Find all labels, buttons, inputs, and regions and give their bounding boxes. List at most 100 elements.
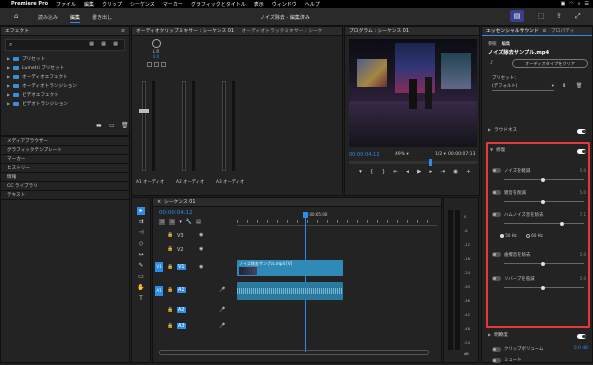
filter-icon-1[interactable]: ▦ [89,41,94,47]
rumble-slider[interactable] [504,199,584,204]
search-icon[interactable]: ⌕ [578,1,581,7]
status-icon[interactable]: ▣ [561,1,566,7]
add-button-icon[interactable]: + [466,169,471,179]
subtab-edit[interactable]: 編集 [502,41,511,47]
settings-icon[interactable]: 🔧 [186,219,192,225]
selection-tool-icon[interactable]: ▸ [137,207,145,215]
track-select-icon[interactable]: ⇉ [137,218,145,226]
workspace-icon[interactable]: ▤ [510,10,524,22]
linked-icon[interactable]: ∞ [169,219,176,225]
mic-icon[interactable]: 🎤 [219,287,225,293]
time-ruler[interactable]: 00:00:05:00 [237,212,437,226]
timeline-scrollbar[interactable] [159,350,429,355]
eye-icon[interactable]: ◉ [199,232,203,238]
effects-search-input[interactable]: ⌕ ▦ ▦ ▦ [5,39,125,51]
menu-file[interactable]: ファイル [56,1,76,8]
rumble-toggle[interactable] [492,190,501,195]
app-name[interactable]: Premiere Pro [11,1,48,7]
tab-properties[interactable]: プロパティ [551,29,575,34]
mic-icon[interactable]: 🎤 [219,307,225,313]
source-patch-a1[interactable]: A1 [155,286,163,296]
clarity-toggle[interactable] [577,334,586,339]
clip-volume-value[interactable]: 0.0 dB [574,346,588,351]
play-icon[interactable]: ▶ [417,169,421,179]
track-label[interactable]: A1 [177,287,186,293]
panel-graphic-templates[interactable]: グラフィックテンプレート [1,146,129,155]
mute-toggle[interactable] [492,358,501,363]
noise-toggle[interactable] [492,168,501,173]
effect-item-audio-effects[interactable]: ▶ オーディオエフェクト [1,72,129,81]
solo-button[interactable] [153,62,159,67]
audio-clip[interactable] [237,282,343,300]
subtab-browse[interactable]: 参照 [488,41,497,47]
panel-history[interactable]: ヒストリー [1,164,129,173]
eye-icon[interactable]: ◉ [199,246,203,252]
share-icon[interactable]: ⇪ [556,12,562,20]
hand-icon[interactable]: ✋ [137,284,145,292]
panel-cc-libraries[interactable]: CC ライブラリ [1,182,129,191]
track-label[interactable]: A3 [177,323,186,329]
effect-item-presets[interactable]: ▶ プリセット [1,54,129,63]
marker-icon[interactable]: ▾ [359,169,362,179]
menu-graphics[interactable]: グラフィックとタイトル [191,1,246,8]
quality-select[interactable]: 1/2 ▾ [435,152,446,157]
track-label[interactable]: V3 [177,233,184,239]
step-back-icon[interactable]: ◂ [406,169,409,179]
step-forward-icon[interactable]: ▸ [429,169,432,179]
track-label[interactable]: A2 [177,307,186,313]
ripple-edit-icon[interactable]: ⊣ [137,229,145,237]
menu-sequence[interactable]: シーケンス [130,1,155,8]
track-label[interactable]: V1 [177,264,186,270]
mute-button[interactable] [146,62,152,67]
effect-item-lumetri[interactable]: ▶ Lumetri プリセット [1,63,129,72]
menu-marker[interactable]: マーカー [163,1,183,8]
menu-edit[interactable]: 編集 [84,1,94,8]
mic-icon[interactable]: 🎤 [219,323,225,329]
rectangle-icon[interactable]: ▭ [137,273,145,281]
menu-icon[interactable]: ≡ [542,29,546,34]
filter-icon-3[interactable]: ▦ [113,41,118,47]
hum-toggle[interactable] [492,212,501,217]
captions-icon[interactable]: ▤ [196,219,201,225]
home-icon[interactable]: ⌂ [14,12,18,20]
export-frame-icon[interactable]: ◉ [453,169,458,179]
fullscreen-icon[interactable]: ⬚ [538,12,545,20]
wifi-icon[interactable]: ◠ [569,1,573,7]
hz50-radio[interactable]: 50 Hz [500,233,517,238]
video-clip[interactable]: ノイズ除去サンプル.mp4 [V] [237,260,343,276]
noise-slider[interactable] [504,177,584,182]
pen-icon[interactable]: ✎ [137,262,145,270]
preset-select[interactable]: (デフォルト) ▾ [492,82,554,91]
clip-volume-toggle[interactable] [492,347,501,352]
volume-fader[interactable] [182,81,186,171]
clear-audio-type-button[interactable]: オーディオタイプをクリア [512,59,588,68]
tab-export[interactable]: 書き出し [92,14,112,21]
reverb-toggle[interactable] [492,276,501,281]
sequence-tab[interactable]: シーケンス 01 [164,200,195,205]
timeline-timecode[interactable]: 00:00:04:12 [159,210,193,216]
panel-media-browser[interactable]: メディアブラウザー [1,137,129,146]
new-folder-icon[interactable]: ▬ [96,122,102,129]
add-marker-icon[interactable]: ▾ [179,219,182,225]
delete-preset-icon[interactable]: 🗑 [576,83,582,89]
effect-item-audio-transitions[interactable]: ▶ オーディオトランジション [1,81,129,90]
section-clarity[interactable]: ▶ 明瞭度 [488,332,588,342]
out-point-icon[interactable]: } [382,169,386,179]
type-tool-icon[interactable]: T [137,295,145,303]
expand-icon[interactable]: ⤢ [575,12,581,21]
tab-essential-sound[interactable]: エッセンシャルサウンド [486,29,539,34]
go-to-out-icon[interactable]: ⇥ [440,169,445,179]
deess-slider[interactable] [504,261,584,266]
playhead[interactable] [429,159,432,166]
tab-audio-clip-mixer[interactable]: オーディオクリップミキサー : シーケンス 01 [136,29,234,34]
close-icon[interactable]: × [157,200,161,205]
panel-info[interactable]: 情報 [1,173,129,182]
hum-slider[interactable] [504,221,584,226]
loudness-toggle[interactable] [577,129,586,134]
zoom-select[interactable]: 49% ▾ [395,152,409,157]
go-to-in-icon[interactable]: ⇤ [393,169,398,179]
panel-text[interactable]: テキスト [1,191,129,200]
menu-clip[interactable]: クリップ [102,1,122,8]
hz60-radio[interactable]: 60 Hz [526,233,543,238]
fader-handle[interactable] [139,109,149,113]
